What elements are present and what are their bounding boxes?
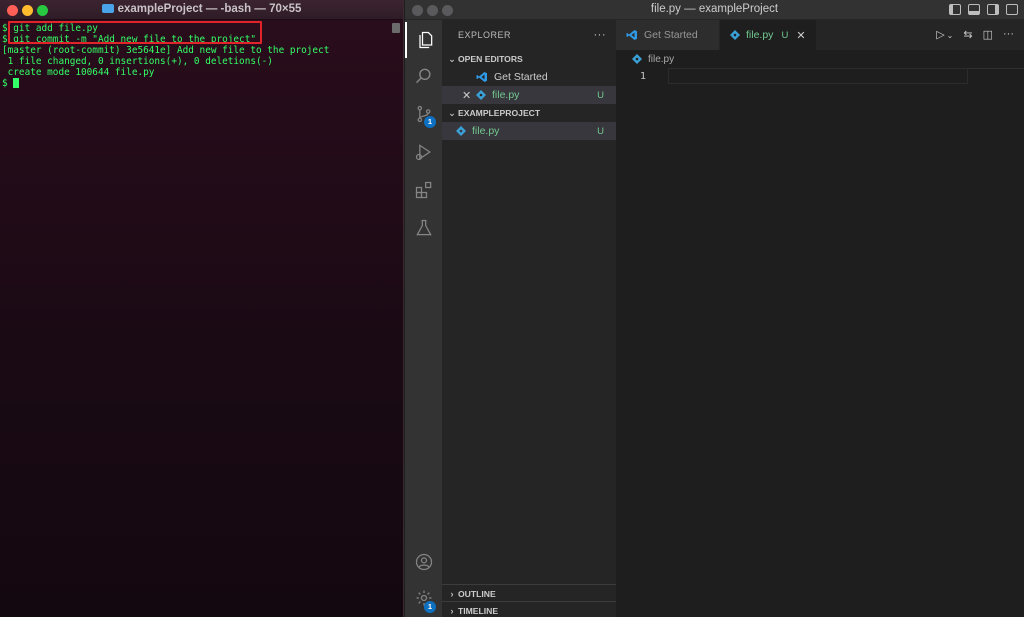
terminal-scrollbar[interactable] [392,23,400,33]
current-line-highlight [668,68,968,84]
tab-label: Get Started [644,29,698,41]
command-highlight-box [8,21,262,44]
chevron-right-icon: › [450,606,454,616]
vscode-titlebar: file.py — exampleProject [405,0,1024,20]
open-editor-item[interactable]: Get Started [442,68,616,86]
vscode-title: file.py — exampleProject [650,3,779,15]
customize-layout-icon[interactable] [1006,4,1018,15]
chevron-down-icon: ⌄ [448,107,456,118]
run-debug-activity[interactable] [405,134,442,170]
search-icon [415,68,431,84]
toggle-panel-icon[interactable] [968,4,980,15]
open-editor-label: Get Started [494,71,548,83]
layout-controls [949,4,1018,15]
extensions-activity[interactable] [405,172,442,208]
terminal-window: exampleProject — -bash — 70×55 $ git add… [0,0,404,617]
extensions-icon [415,181,431,199]
file-tree-item[interactable]: file.py U [442,122,616,140]
open-editor-label: file.py [492,89,520,101]
terminal-titlebar: exampleProject — -bash — 70×55 [0,0,403,20]
folder-icon [101,4,114,13]
terminal-prompt-line: $ [2,78,401,89]
terminal-line: [master (root-commit) 3e5641e] Add new f… [2,45,330,56]
chevron-down-icon: ⌄ [448,53,456,64]
untracked-status: U [781,29,789,41]
chevron-right-icon: › [450,589,454,599]
close-icon[interactable]: ✕ [796,29,805,42]
minimap[interactable] [968,68,1024,78]
python-file-icon [730,30,740,40]
vscode-logo-icon [626,30,637,40]
terminal-cursor [13,78,20,88]
open-changes-icon[interactable]: ⇆ [963,28,972,41]
tab-get-started[interactable]: Get Started [616,20,720,50]
open-editors-section[interactable]: ⌄ OPEN EDITORS [442,50,616,68]
open-editors-label: OPEN EDITORS [458,54,523,64]
project-section[interactable]: ⌄ EXAMPLEPROJECT [442,104,616,122]
toggle-sidebar-icon[interactable] [949,4,961,15]
project-label: EXAMPLEPROJECT [458,108,541,118]
python-file-icon [632,54,642,64]
editor-area: Get Started file.py U ✕ ▷ ⌄ ⇆ ◫ ··· file.… [616,20,1024,617]
manage-activity[interactable]: 1 [405,580,442,616]
code-line[interactable]: 1 [616,68,1024,84]
source-control-activity[interactable]: 1 [405,96,442,132]
line-number: 1 [639,70,646,82]
open-editor-item-active[interactable]: ✕ file.py U [442,86,616,104]
testing-activity[interactable] [405,210,442,246]
timeline-header: › TIMELINE [442,602,616,617]
terminal-line: 1 file changed, 0 insertions(+), 0 delet… [2,56,273,67]
accounts-activity[interactable] [405,544,442,580]
files-icon [418,31,432,49]
account-icon [415,553,432,571]
run-icon[interactable]: ▷ ⌄ [936,28,953,41]
run-debug-icon [415,144,431,161]
close-icon[interactable]: ✕ [462,89,476,102]
search-activity[interactable] [405,58,442,94]
scm-badge: 1 [424,116,436,128]
terminal-title: exampleProject — -bash — 70×55 [0,3,403,15]
breadcrumb-file: file.py [648,53,675,65]
toggle-secondary-sidebar-icon[interactable] [987,4,999,15]
tab-label: file.py [746,29,774,41]
explorer-sidebar: EXPLORER ··· ⌄ OPEN EDITORS Get Started … [442,20,616,617]
more-actions-icon[interactable]: ··· [1003,28,1014,41]
settings-badge: 1 [424,601,436,613]
timeline-section[interactable]: › TIMELINE [442,601,616,617]
activity-bar: 1 1 [405,20,442,617]
explorer-header: EXPLORER ··· [442,20,616,50]
tab-bar: Get Started file.py U ✕ ▷ ⌄ ⇆ ◫ ··· [616,20,1024,50]
untracked-status: U [597,125,604,137]
outline-label: OUTLINE [458,589,496,599]
vscode-logo-icon [476,72,487,82]
terminal-line: create mode 100644 file.py [2,67,155,78]
explorer-activity[interactable] [405,22,442,58]
breadcrumb[interactable]: file.py [616,50,1024,68]
file-tree-label: file.py [472,125,500,137]
explorer-title: EXPLORER [458,30,512,40]
vscode-window: file.py — exampleProject 1 1 EXPLORER ··… [405,0,1024,617]
split-editor-icon[interactable]: ◫ [983,28,993,41]
timeline-label: TIMELINE [458,606,499,616]
beaker-icon [415,219,432,236]
more-actions-icon[interactable]: ··· [594,29,607,41]
python-file-icon [456,126,466,136]
editor-actions: ▷ ⌄ ⇆ ◫ ··· [936,28,1014,41]
tab-file-py[interactable]: file.py U ✕ [720,20,817,50]
terminal-prompt: $ [2,78,14,89]
python-file-icon [476,90,486,100]
untracked-status: U [597,89,604,101]
